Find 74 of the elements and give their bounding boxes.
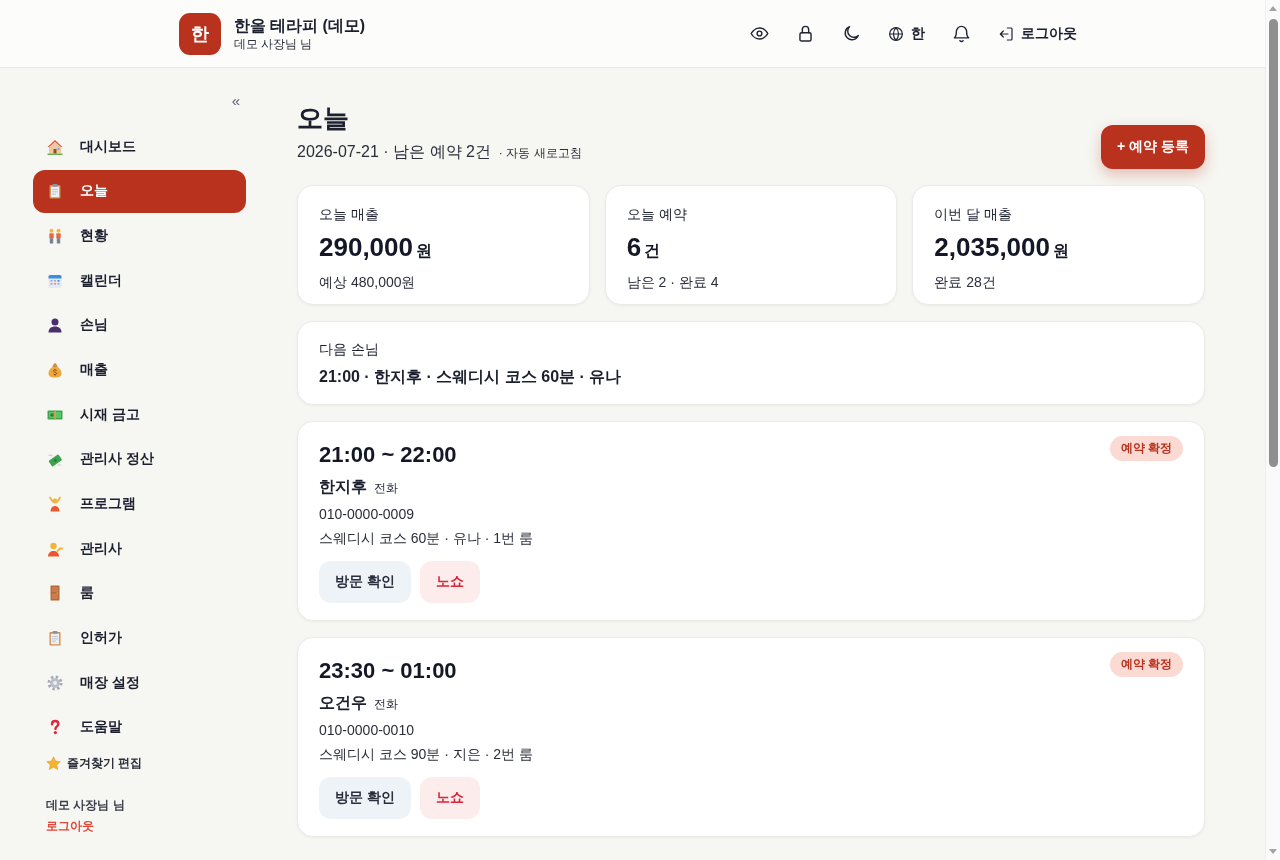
nav-item[interactable]: 프로그램 [33, 482, 246, 526]
nav-item[interactable]: 시재 금고 [33, 393, 246, 437]
user-subtitle: 데모 사장님 님 [233, 36, 314, 52]
stat-value: 2,035,000 [934, 231, 1050, 264]
scrollbar-thumb[interactable] [1268, 19, 1278, 467]
person-arms-up-icon [47, 496, 63, 512]
stat-value: 290,000 [319, 231, 413, 264]
customer-name: 오건우 [319, 693, 367, 713]
stat-note: 남은 2 · 완료 4 [626, 273, 720, 292]
star-icon [46, 755, 61, 771]
add-booking-button[interactable]: + 예약 등록 [1101, 125, 1205, 169]
visit-confirm-button[interactable]: 방문 확인 [319, 777, 411, 819]
nav-item[interactable]: 캘린더 [33, 259, 246, 303]
clipboard-icon [47, 183, 63, 200]
booking-time: 23:30 ~ 01:00 [319, 658, 457, 684]
no-show-button[interactable]: 노쇼 [419, 777, 480, 819]
house-icon [47, 138, 63, 155]
sidebar-user-name: 데모 사장님 님 [46, 796, 125, 814]
logout-icon [997, 25, 1014, 42]
nav-item[interactable]: 관리사 [33, 527, 246, 571]
stat-label: 이번 달 매출 [934, 205, 1014, 224]
globe-icon [887, 25, 904, 42]
no-show-button[interactable]: 노쇼 [419, 561, 480, 603]
clipboard-icon [47, 630, 63, 647]
visit-confirm-button[interactable]: 방문 확인 [319, 561, 411, 603]
stat-unit: 원 [1053, 241, 1069, 261]
next-guest-label: 다음 손님 [319, 340, 380, 359]
money-bag-icon [47, 361, 63, 378]
booking-time: 21:00 ~ 22:00 [319, 442, 457, 468]
stat-unit: 건 [644, 241, 661, 261]
stat-label: 오늘 예약 [626, 205, 688, 224]
person-icon [47, 317, 63, 334]
nav-item[interactable]: 현황 [33, 214, 246, 258]
edit-favorites-link[interactable]: 즐겨찾기 편집 [46, 754, 143, 772]
calendar-icon [47, 272, 63, 289]
app-title: 한올 테라피 (데모) [233, 16, 366, 36]
nav-item[interactable]: 매장 설정 [33, 661, 246, 705]
nav-item[interactable]: 손님 [33, 303, 246, 347]
customer-name: 한지후 [319, 477, 367, 497]
sidebar-logout-link[interactable]: 로그아웃 [46, 816, 94, 835]
booking-channel: 전화 [374, 696, 398, 713]
next-guest-summary: 21:00 · 한지후 · 스웨디시 코스 60분 · 유나 [319, 367, 623, 387]
page-title: 오늘 [297, 102, 350, 135]
logout-button[interactable]: 로그아웃 [997, 24, 1077, 43]
nav-item[interactable]: 관리사 정산 [33, 437, 246, 481]
person-raising-hand-icon [47, 540, 63, 557]
nav-item[interactable]: 인허가 [33, 616, 246, 660]
booking-details: 스웨디시 코스 90분 · 지은 · 2번 룸 [319, 745, 534, 764]
phone-number: 010-0000-0010 [319, 721, 415, 740]
moon-icon[interactable] [841, 24, 861, 43]
phone-number: 010-0000-0009 [319, 505, 415, 524]
nav-item[interactable]: 오늘 [33, 169, 246, 213]
status-badge: 예약 확정 [1109, 651, 1183, 677]
nav-item[interactable]: 도움말 [33, 705, 246, 749]
language-button[interactable]: 한 [887, 24, 925, 43]
booking-details: 스웨디시 코스 60분 · 유나 · 1번 룸 [319, 529, 534, 548]
stat-note: 완료 28건 [934, 273, 997, 292]
stat-note: 예상 480,000원 [319, 273, 417, 292]
collapse-sidebar-button[interactable]: « [229, 92, 242, 110]
nav-item[interactable]: 대시보드 [33, 125, 246, 168]
stat-label: 오늘 매출 [319, 205, 380, 224]
nav-item[interactable]: 매출 [33, 348, 246, 392]
booking-channel: 전화 [374, 480, 398, 497]
bell-icon[interactable] [951, 24, 971, 43]
nav-item[interactable]: 룸 [33, 571, 246, 615]
stat-value: 6 [626, 231, 642, 264]
gear-icon [47, 674, 63, 691]
logo-badge: 한 [178, 12, 221, 55]
auto-refresh-label: · 자동 새로고침 [498, 145, 582, 162]
stat-unit: 원 [416, 241, 432, 261]
eye-icon[interactable] [749, 24, 769, 43]
status-badge: 예약 확정 [1109, 435, 1183, 461]
date-summary: 2026-07-21 · 남은 예약 2건 [297, 142, 491, 162]
two-people-icon [47, 227, 63, 244]
